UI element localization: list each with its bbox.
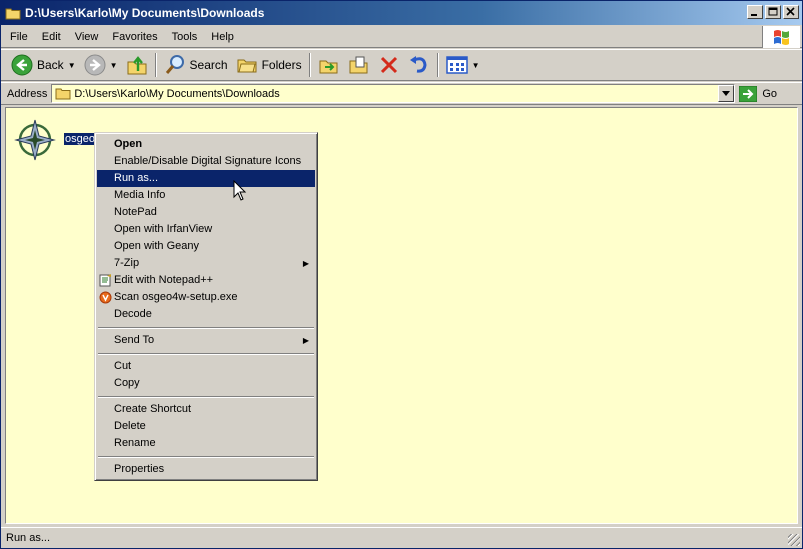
toolbar-separator	[308, 53, 311, 77]
ctx-properties[interactable]: Properties	[97, 461, 315, 478]
toolbar-separator	[154, 53, 157, 77]
go-label: Go	[762, 87, 778, 100]
folder-icon	[55, 88, 71, 100]
address-label: Address	[7, 87, 48, 100]
search-label: Search	[189, 58, 228, 72]
address-dropdown-button[interactable]	[718, 85, 735, 102]
close-icon	[786, 7, 795, 16]
menu-edit[interactable]: Edit	[35, 31, 68, 43]
ctx-send-to-label: Send To	[114, 334, 155, 346]
ctx-notepad[interactable]: NotePad	[97, 204, 315, 221]
status-bar: Run as...	[1, 527, 802, 548]
menu-view[interactable]: View	[68, 31, 106, 43]
status-text: Run as...	[6, 532, 51, 544]
ctx-7zip-label: 7-Zip	[114, 257, 140, 269]
maximize-icon	[768, 7, 778, 16]
notepadpp-icon	[99, 274, 111, 287]
copy-to-icon	[349, 56, 368, 74]
minimize-button[interactable]	[747, 5, 763, 19]
mouse-cursor-icon	[233, 180, 247, 201]
ctx-rename[interactable]: Rename	[97, 435, 315, 452]
ctx-scan[interactable]: Scan osgeo4w-setup.exe	[97, 289, 315, 306]
title-bar[interactable]: D:\Users\Karlo\My Documents\Downloads	[1, 1, 802, 25]
ctx-digital-signature[interactable]: Enable/Disable Digital Signature Icons	[97, 153, 315, 170]
ctx-7zip[interactable]: 7-Zip ▶	[97, 255, 315, 272]
views-icon	[445, 56, 468, 74]
copy-to-button[interactable]	[344, 51, 374, 79]
delete-x-icon	[380, 56, 397, 74]
ctx-open[interactable]: Open	[97, 136, 315, 153]
ctx-edit-notepadpp[interactable]: Edit with Notepad++	[97, 272, 315, 289]
ctx-open-irfanview[interactable]: Open with IrfanView	[97, 221, 315, 238]
submenu-arrow-icon: ▶	[302, 259, 309, 268]
resize-grip-icon[interactable]	[788, 534, 800, 546]
ctx-delete[interactable]: Delete	[97, 418, 315, 435]
context-menu: Open Enable/Disable Digital Signature Ic…	[94, 132, 318, 481]
views-button[interactable]: ▼	[442, 51, 484, 79]
move-to-icon	[319, 60, 338, 74]
back-dropdown-icon[interactable]: ▼	[68, 61, 76, 70]
up-folder-icon	[127, 56, 147, 75]
ctx-cut[interactable]: Cut	[97, 358, 315, 375]
folder-icon	[5, 7, 21, 20]
ctx-create-shortcut[interactable]: Create Shortcut	[97, 401, 315, 418]
delete-button[interactable]	[374, 51, 404, 79]
menu-help[interactable]: Help	[204, 31, 241, 43]
menu-bar: File Edit View Favorites Tools Help	[1, 26, 802, 48]
antivirus-icon	[99, 291, 112, 304]
window-title: D:\Users\Karlo\My Documents\Downloads	[25, 6, 265, 20]
menu-separator	[97, 349, 315, 358]
ctx-media-info[interactable]: Media Info	[97, 187, 315, 204]
address-path: D:\Users\Karlo\My Documents\Downloads	[74, 87, 280, 100]
maximize-button[interactable]	[765, 5, 781, 19]
osgeo-setup-icon	[14, 119, 56, 161]
address-bar: Address D:\Users\Karlo\My Documents\Down…	[1, 82, 802, 105]
ctx-copy[interactable]: Copy	[97, 375, 315, 392]
ctx-open-geany[interactable]: Open with Geany	[97, 238, 315, 255]
address-input[interactable]: D:\Users\Karlo\My Documents\Downloads	[51, 84, 736, 103]
go-button[interactable]: Go	[739, 85, 778, 102]
menu-separator	[97, 452, 315, 461]
search-button[interactable]: Search	[160, 51, 232, 79]
search-icon	[165, 55, 184, 74]
minimize-icon	[751, 14, 757, 16]
undo-button[interactable]	[404, 51, 434, 79]
standard-toolbar: Back ▼ ▼ Search Folders ▼	[1, 49, 802, 81]
move-to-button[interactable]	[314, 51, 344, 79]
forward-arrow-icon	[84, 54, 106, 76]
windows-logo-icon	[762, 26, 800, 48]
folders-icon	[237, 59, 257, 73]
menu-favorites[interactable]: Favorites	[105, 31, 164, 43]
back-label: Back	[37, 58, 64, 72]
ctx-edit-notepadpp-label: Edit with Notepad++	[114, 274, 214, 286]
undo-icon	[409, 56, 427, 73]
views-dropdown-icon[interactable]: ▼	[472, 61, 480, 70]
go-arrow-icon	[739, 85, 758, 102]
ctx-run-as[interactable]: Run as...	[97, 170, 315, 187]
ctx-decode[interactable]: Decode	[97, 306, 315, 323]
file-item[interactable]: osgeo4	[12, 116, 103, 164]
menu-separator	[97, 323, 315, 332]
up-folder-button[interactable]	[122, 51, 152, 79]
forward-button[interactable]: ▼	[80, 51, 122, 79]
menu-separator	[97, 392, 315, 401]
toolbar-separator	[436, 53, 439, 77]
back-arrow-icon	[11, 54, 33, 76]
forward-dropdown-icon[interactable]: ▼	[110, 61, 118, 70]
folders-label: Folders	[261, 58, 302, 72]
close-button[interactable]	[783, 5, 799, 19]
ctx-send-to[interactable]: Send To ▶	[97, 332, 315, 349]
menu-tools[interactable]: Tools	[165, 31, 205, 43]
submenu-arrow-icon: ▶	[302, 336, 309, 345]
chevron-down-icon	[722, 91, 731, 96]
menu-file[interactable]: File	[3, 31, 35, 43]
ctx-scan-label: Scan osgeo4w-setup.exe	[114, 291, 238, 303]
folders-button[interactable]: Folders	[232, 51, 306, 79]
back-button[interactable]: Back ▼	[7, 51, 80, 79]
